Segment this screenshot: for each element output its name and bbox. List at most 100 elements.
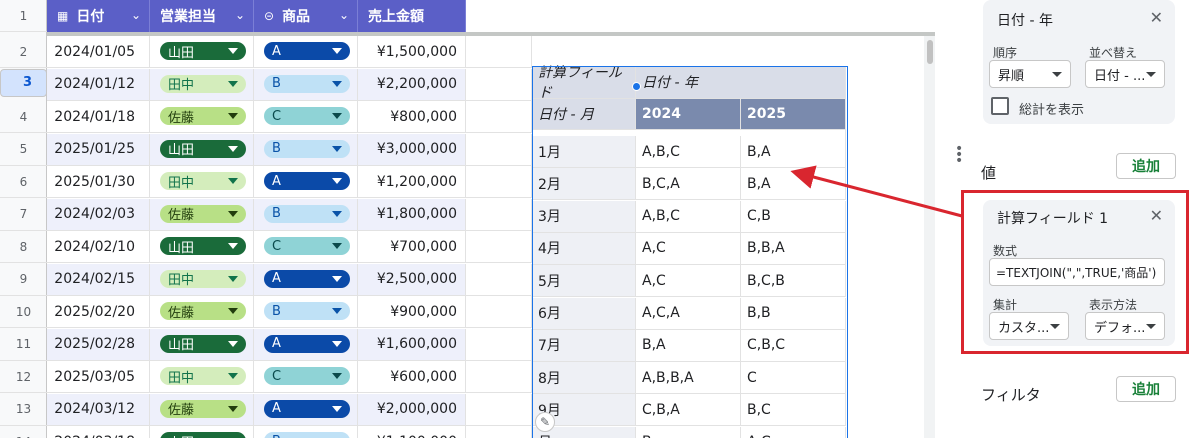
sort-select[interactable]: 日付 - ... — [1085, 60, 1165, 88]
row-number[interactable]: 11 — [0, 329, 47, 361]
product-cell[interactable]: B — [254, 296, 358, 328]
rep-chip[interactable]: 田中 — [160, 172, 246, 191]
product-cell[interactable]: C — [254, 361, 358, 393]
empty-cell[interactable] — [466, 198, 532, 231]
date-cell[interactable]: 2024/02/03 — [47, 198, 150, 231]
rep-chip[interactable]: 佐藤 — [160, 204, 246, 223]
empty-cell[interactable] — [466, 296, 532, 328]
row-number[interactable]: 12 — [0, 361, 47, 393]
amount-cell[interactable]: ¥3,000,000 — [358, 133, 466, 166]
row-number[interactable]: 9 — [0, 264, 47, 296]
row-number[interactable]: 4 — [0, 101, 47, 133]
date-cell[interactable]: 2025/02/20 — [47, 296, 150, 328]
close-icon[interactable]: ✕ — [1150, 8, 1163, 27]
header-amount[interactable]: 売上金額 — [358, 0, 466, 32]
date-cell[interactable]: 2024/02/15 — [47, 263, 150, 296]
amount-cell[interactable]: ¥2,200,000 — [358, 68, 466, 101]
row-number[interactable]: 6 — [0, 166, 47, 198]
rep-chip[interactable]: 山田 — [160, 237, 246, 256]
product-cell[interactable]: A — [254, 36, 358, 68]
empty-cell[interactable] — [466, 393, 532, 426]
product-chip[interactable]: B — [264, 432, 350, 438]
header-date[interactable]: ▦ 日付 ⌄ — [47, 0, 150, 32]
rep-cell[interactable]: 山田 — [150, 426, 254, 438]
empty-cell[interactable] — [466, 101, 532, 133]
empty-cell[interactable] — [466, 361, 532, 393]
product-cell[interactable]: B — [254, 198, 358, 231]
product-cell[interactable]: B — [254, 68, 358, 101]
product-chip[interactable]: A — [264, 42, 350, 60]
amount-cell[interactable]: ¥1,100,000 — [358, 426, 466, 438]
product-chip[interactable]: C — [264, 367, 350, 385]
amount-cell[interactable]: ¥2,000,000 — [358, 393, 466, 426]
product-chip[interactable]: B — [264, 302, 350, 320]
amount-cell[interactable]: ¥1,800,000 — [358, 198, 466, 231]
rep-chip[interactable]: 田中 — [160, 74, 246, 93]
amount-cell[interactable]: ¥800,000 — [358, 101, 466, 133]
row-number[interactable]: 2 — [0, 36, 47, 68]
date-cell[interactable]: 2025/01/25 — [47, 133, 150, 166]
date-cell[interactable]: 2024/01/05 — [47, 36, 150, 68]
date-cell[interactable]: 2025/02/28 — [47, 328, 150, 361]
row-number[interactable]: 14 — [0, 426, 47, 438]
show-totals-checkbox[interactable] — [991, 97, 1009, 115]
empty-cell[interactable] — [466, 426, 532, 438]
chevron-down-icon[interactable]: ⌄ — [131, 8, 141, 22]
rep-cell[interactable]: 田中 — [150, 166, 254, 198]
product-cell[interactable]: C — [254, 101, 358, 133]
date-cell[interactable]: 2024/01/12 — [47, 68, 150, 101]
rep-chip[interactable]: 佐藤 — [160, 399, 246, 418]
amount-cell[interactable]: ¥1,600,000 — [358, 328, 466, 361]
order-select[interactable]: 昇順 — [989, 60, 1071, 88]
rep-chip[interactable]: 山田 — [160, 139, 246, 158]
empty-cell[interactable] — [466, 36, 532, 68]
rep-cell[interactable]: 山田 — [150, 328, 254, 361]
product-chip[interactable]: C — [264, 237, 350, 255]
product-chip[interactable]: B — [264, 139, 350, 158]
row-number[interactable]: 7 — [0, 199, 47, 231]
rep-cell[interactable]: 田中 — [150, 263, 254, 296]
date-cell[interactable]: 2024/03/12 — [47, 393, 150, 426]
header-product[interactable]: ⊝ 商品 ⌄ — [254, 0, 358, 32]
product-chip[interactable]: A — [264, 172, 350, 190]
product-chip[interactable]: B — [264, 74, 350, 93]
rep-cell[interactable]: 佐藤 — [150, 393, 254, 426]
product-cell[interactable]: A — [254, 393, 358, 426]
empty-cell[interactable] — [466, 231, 532, 263]
product-chip[interactable]: A — [264, 269, 350, 288]
row-number[interactable]: 1 — [0, 0, 47, 32]
date-cell[interactable]: 2025/03/05 — [47, 361, 150, 393]
product-cell[interactable]: B — [254, 133, 358, 166]
product-chip[interactable]: A — [264, 399, 350, 418]
row-number[interactable]: 5 — [0, 134, 47, 166]
rep-cell[interactable]: 佐藤 — [150, 101, 254, 133]
date-cell[interactable]: 2025/01/30 — [47, 166, 150, 198]
date-cell[interactable]: 2024/03/18 — [47, 426, 150, 438]
rep-cell[interactable]: 佐藤 — [150, 198, 254, 231]
rep-chip[interactable]: 山田 — [160, 334, 246, 353]
product-cell[interactable]: C — [254, 231, 358, 263]
product-cell[interactable]: A — [254, 166, 358, 198]
row-number[interactable]: 13 — [0, 394, 47, 426]
rep-chip[interactable]: 山田 — [160, 432, 246, 438]
amount-cell[interactable]: ¥1,200,000 — [358, 166, 466, 198]
chevron-down-icon[interactable]: ⌄ — [235, 8, 245, 22]
row-number[interactable]: 8 — [0, 231, 47, 263]
product-chip[interactable]: C — [264, 107, 350, 125]
product-chip[interactable]: B — [264, 204, 350, 223]
edit-icon[interactable]: ✎ — [535, 412, 555, 432]
empty-cell[interactable] — [466, 68, 532, 101]
rep-chip[interactable]: 佐藤 — [160, 107, 246, 126]
amount-cell[interactable]: ¥900,000 — [358, 296, 466, 328]
vertical-scrollbar[interactable] — [924, 36, 935, 438]
date-cell[interactable]: 2024/01/18 — [47, 101, 150, 133]
rep-chip[interactable]: 田中 — [160, 269, 246, 288]
chevron-down-icon[interactable]: ⌄ — [339, 8, 349, 22]
rep-chip[interactable]: 田中 — [160, 367, 246, 386]
empty-cell[interactable] — [466, 166, 532, 198]
amount-cell[interactable]: ¥700,000 — [358, 231, 466, 263]
row-number[interactable]: 10 — [0, 296, 47, 328]
rep-cell[interactable]: 佐藤 — [150, 296, 254, 328]
product-cell[interactable]: A — [254, 263, 358, 296]
rep-cell[interactable]: 田中 — [150, 361, 254, 393]
